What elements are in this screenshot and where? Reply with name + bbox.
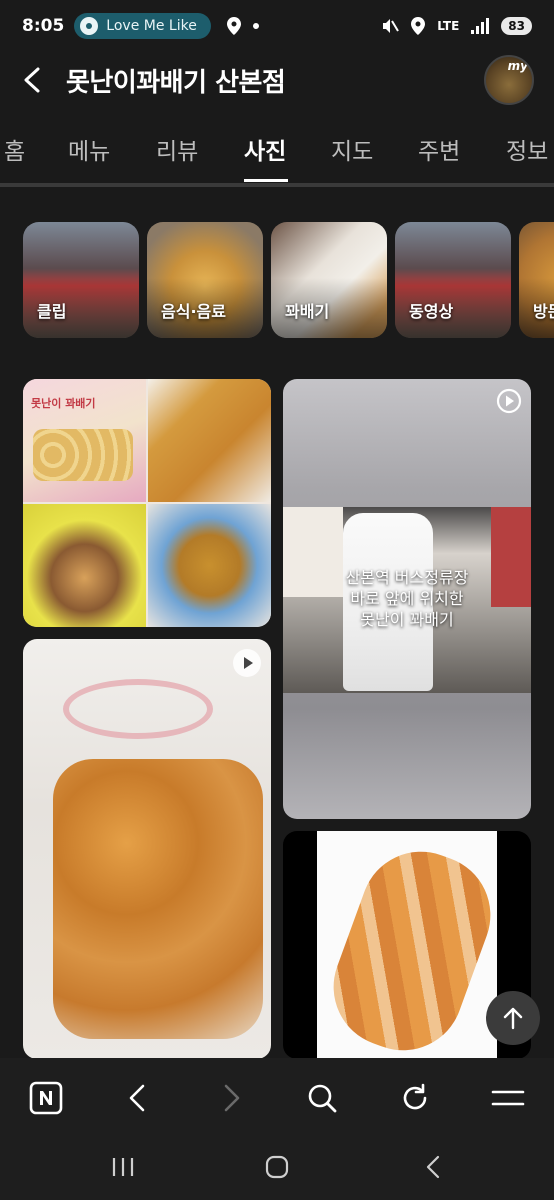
collage-photo-3 xyxy=(23,504,146,627)
category-label: 꽈배기 xyxy=(285,302,330,321)
photo-category-row: 클립 음식·음료 꽈배기 동영상 방문 xyxy=(23,222,554,340)
search-button[interactable] xyxy=(302,1078,342,1118)
system-back-button[interactable] xyxy=(418,1152,448,1182)
category-clip[interactable]: 클립 xyxy=(23,222,139,338)
category-label: 음식·음료 xyxy=(161,302,226,321)
category-food-drink[interactable]: 음식·음료 xyxy=(147,222,263,338)
video-storefront[interactable]: 산본역 버스정류장 바로 앞에 위치한 못난이 꽈배기 xyxy=(283,379,531,819)
tab-menu[interactable]: 메뉴 xyxy=(68,132,110,166)
avatar[interactable]: my xyxy=(484,55,534,105)
recent-apps-icon xyxy=(112,1158,134,1176)
tab-photo[interactable]: 사진 xyxy=(244,132,286,166)
system-nav-bar xyxy=(0,1136,554,1200)
photo-collage[interactable]: 못난이 꽈배기 xyxy=(23,379,271,627)
avatar-badge: my xyxy=(507,59,528,73)
notification-dot-icon xyxy=(252,23,259,29)
video-play-icon xyxy=(496,388,522,414)
refresh-button[interactable] xyxy=(395,1078,435,1118)
refresh-icon xyxy=(403,1083,427,1110)
signal-icon xyxy=(471,18,490,34)
category-twisted-donut[interactable]: 꽈배기 xyxy=(271,222,387,338)
active-tab-indicator xyxy=(244,179,288,182)
battery-level: 83 xyxy=(501,17,532,35)
recent-apps-button[interactable] xyxy=(108,1152,138,1182)
back-arrow-icon[interactable] xyxy=(20,67,46,93)
home-icon xyxy=(265,1155,289,1179)
browser-toolbar xyxy=(0,1058,554,1136)
collage-photo-4 xyxy=(148,504,271,627)
tab-nearby[interactable]: 주변 xyxy=(418,132,460,166)
arrow-up-icon xyxy=(503,1007,523,1030)
video-play-icon xyxy=(233,649,261,677)
video-donut-bag[interactable] xyxy=(23,639,271,1059)
tab-home[interactable]: 홈 xyxy=(4,132,25,166)
mute-icon xyxy=(383,19,400,33)
category-label: 방문 xyxy=(533,302,554,321)
page-title: 못난이꽈배기 산본점 xyxy=(66,67,286,98)
browser-back-button[interactable] xyxy=(118,1078,158,1118)
forward-arrow-icon xyxy=(224,1084,240,1112)
collage-photo-2 xyxy=(148,379,271,502)
naver-icon xyxy=(29,1081,63,1115)
tab-bar: 홈 메뉴 리뷰 사진 지도 주변 정보 xyxy=(0,120,554,182)
tab-map[interactable]: 지도 xyxy=(331,132,373,166)
status-bar: 8:05 Love Me Like LTE 83 xyxy=(0,0,554,52)
location-icon xyxy=(411,17,426,35)
collage-photo-1: 못난이 꽈배기 xyxy=(23,379,146,502)
tab-info[interactable]: 정보 xyxy=(506,132,548,166)
page-header: 못난이꽈배기 산본점 my xyxy=(0,52,554,108)
location-pin-icon xyxy=(226,17,241,35)
menu-icon xyxy=(491,1090,525,1106)
category-label: 동영상 xyxy=(409,302,454,321)
tab-divider xyxy=(0,183,554,187)
system-home-button[interactable] xyxy=(262,1152,292,1182)
media-title: Love Me Like xyxy=(106,18,197,34)
search-icon xyxy=(308,1084,337,1113)
network-type: LTE xyxy=(437,19,460,33)
category-video[interactable]: 동영상 xyxy=(395,222,511,338)
system-back-icon xyxy=(426,1155,440,1179)
browser-forward-button[interactable] xyxy=(211,1078,251,1118)
scroll-top-button[interactable] xyxy=(486,991,540,1045)
video-caption: 산본역 버스정류장 바로 앞에 위치한 못난이 꽈배기 xyxy=(345,568,469,629)
menu-button[interactable] xyxy=(488,1078,528,1118)
music-disc-icon xyxy=(80,17,99,35)
status-time: 8:05 xyxy=(22,16,65,36)
back-arrow-icon xyxy=(129,1084,145,1112)
naver-home-button[interactable] xyxy=(26,1078,66,1118)
media-pill[interactable]: Love Me Like xyxy=(74,13,211,39)
category-visit[interactable]: 방문 xyxy=(519,222,554,338)
category-label: 클립 xyxy=(37,302,67,321)
tab-review[interactable]: 리뷰 xyxy=(156,132,198,166)
collage-banner: 못난이 꽈배기 xyxy=(31,397,96,410)
